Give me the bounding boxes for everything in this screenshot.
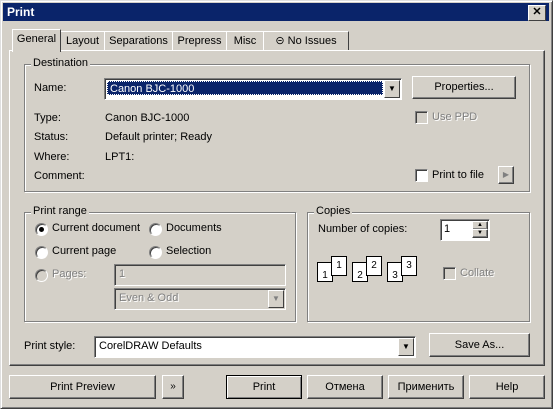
printer-name-value: Canon BJC-1000 bbox=[107, 81, 383, 95]
documents-label: Documents bbox=[166, 222, 222, 234]
current-document-radio[interactable] bbox=[35, 223, 48, 236]
even-odd-value: Even & Odd bbox=[119, 292, 179, 304]
chevron-down-icon[interactable]: ▼ bbox=[398, 338, 414, 356]
print-to-file-label: Print to file bbox=[432, 169, 484, 181]
type-label: Type: bbox=[34, 112, 61, 124]
use-ppd-label: Use PPD bbox=[432, 111, 478, 123]
button-label: Help bbox=[495, 381, 519, 393]
stepper-down-icon[interactable]: ▼ bbox=[472, 229, 488, 238]
documents-radio[interactable] bbox=[149, 223, 162, 236]
tab-label: Prepress bbox=[177, 35, 222, 47]
pages-radio[interactable] bbox=[35, 269, 48, 282]
pages-input[interactable]: 1 bbox=[114, 264, 286, 286]
tab-label: Misc bbox=[233, 35, 257, 47]
close-icon[interactable]: ✕ bbox=[528, 5, 546, 21]
tab-label: No Issues bbox=[287, 35, 337, 47]
button-label: Print Preview bbox=[50, 381, 115, 393]
print-button[interactable]: Print bbox=[226, 375, 302, 399]
tab-separations[interactable]: Separations bbox=[104, 31, 173, 51]
chevron-down-icon[interactable]: ▼ bbox=[384, 80, 400, 98]
where-value: LPT1: bbox=[105, 151, 135, 163]
preview-expand-icon[interactable]: » bbox=[162, 375, 184, 399]
tab-label: Separations bbox=[109, 35, 168, 47]
tab-layout[interactable]: Layout bbox=[60, 31, 105, 51]
where-label: Where: bbox=[34, 151, 70, 163]
name-label: Name: bbox=[34, 82, 67, 94]
status-label: Status: bbox=[34, 131, 69, 143]
print-style-label: Print style: bbox=[24, 340, 76, 352]
number-of-copies-label: Number of copies: bbox=[318, 223, 408, 235]
tab-label: General bbox=[16, 33, 57, 45]
selection-label: Selection bbox=[166, 245, 212, 257]
selection-radio[interactable] bbox=[149, 246, 162, 259]
current-document-label: Current document bbox=[52, 222, 141, 234]
tab-misc[interactable]: Misc bbox=[226, 31, 264, 51]
collate-checkbox[interactable] bbox=[443, 267, 456, 280]
copies-group-label: Copies bbox=[314, 205, 353, 217]
window-title: Print bbox=[7, 5, 35, 19]
number-of-copies-stepper[interactable]: 1 ▲ ▼ bbox=[440, 219, 490, 241]
use-ppd-checkbox[interactable] bbox=[415, 111, 428, 124]
issues-icon: ⊝ bbox=[275, 35, 285, 47]
tab-general[interactable]: General bbox=[12, 29, 61, 52]
collate-preview-icon: 1 1 2 2 3 3 bbox=[317, 256, 417, 286]
button-label: Print bbox=[252, 381, 276, 393]
current-page-radio[interactable] bbox=[35, 246, 48, 259]
button-label: Save As... bbox=[454, 339, 505, 351]
button-label: Применить bbox=[397, 381, 455, 393]
button-label: Properties... bbox=[434, 81, 494, 93]
print-preview-button[interactable]: Print Preview bbox=[9, 375, 156, 399]
properties-button[interactable]: Properties... bbox=[412, 76, 516, 99]
type-value: Canon BJC-1000 bbox=[105, 112, 190, 124]
print-style-value: CorelDRAW Defaults bbox=[99, 340, 202, 352]
tab-no-issues[interactable]: ⊝ No Issues bbox=[263, 31, 349, 51]
destination-group-label: Destination bbox=[31, 57, 91, 69]
collate-label: Collate bbox=[460, 267, 495, 279]
status-value: Default printer; Ready bbox=[105, 131, 212, 143]
print-to-file-checkbox[interactable] bbox=[415, 169, 428, 182]
save-as-button[interactable]: Save As... bbox=[429, 333, 530, 357]
button-label: Отмена bbox=[325, 381, 365, 393]
printer-name-select[interactable]: Canon BJC-1000 ▼ bbox=[104, 78, 402, 100]
cancel-button[interactable]: Отмена bbox=[307, 375, 383, 399]
even-odd-select[interactable]: Even & Odd ▼ bbox=[114, 288, 286, 310]
print-style-select[interactable]: CorelDRAW Defaults ▼ bbox=[94, 336, 416, 358]
current-page-label: Current page bbox=[52, 245, 117, 257]
radio-dot bbox=[39, 227, 44, 232]
pages-input-value: 1 bbox=[119, 268, 126, 280]
tab-label: Layout bbox=[65, 35, 100, 47]
pages-label: Pages: bbox=[52, 268, 87, 280]
comment-label: Comment: bbox=[34, 170, 85, 182]
title-bar[interactable]: Print ✕ bbox=[3, 3, 549, 21]
help-button[interactable]: Help bbox=[469, 375, 545, 399]
tab-prepress[interactable]: Prepress bbox=[172, 31, 227, 51]
apply-button[interactable]: Применить bbox=[388, 375, 464, 399]
print-to-file-menu-arrow-icon[interactable]: ▶ bbox=[498, 166, 514, 184]
number-of-copies-value: 1 bbox=[444, 223, 451, 235]
chevron-down-icon[interactable]: ▼ bbox=[268, 290, 284, 308]
print-range-group-label: Print range bbox=[31, 205, 89, 217]
